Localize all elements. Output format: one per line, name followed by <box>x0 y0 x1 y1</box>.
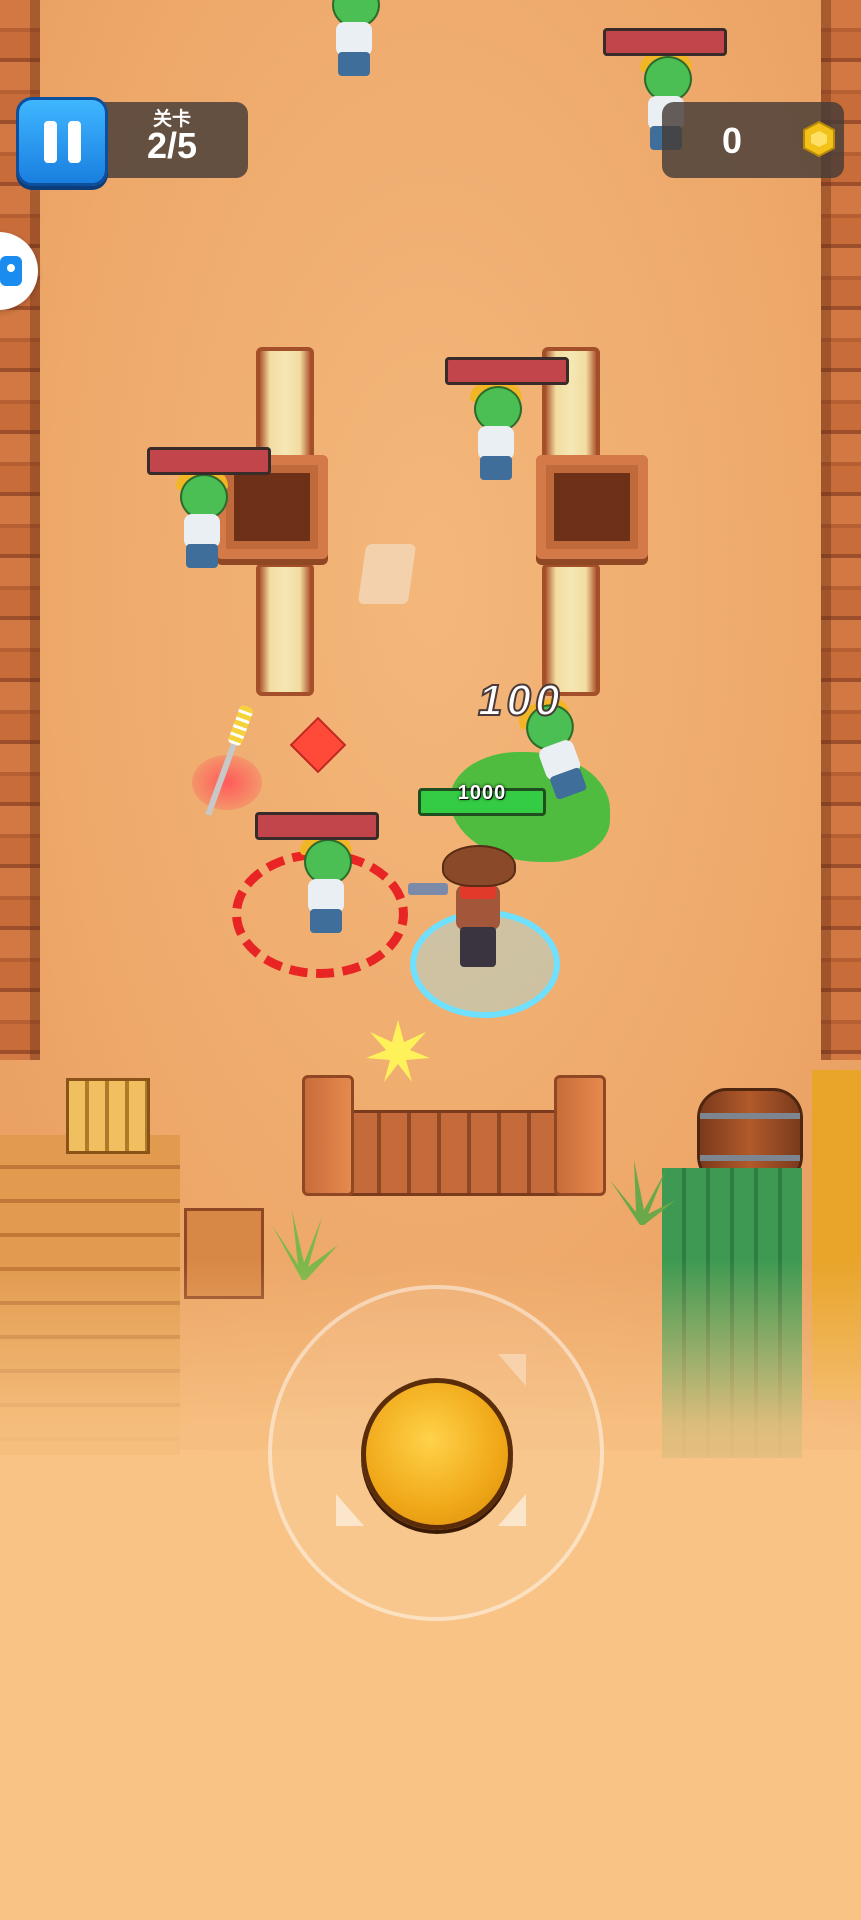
damage-number: 100 <box>477 675 564 726</box>
enemy-health-bar <box>603 28 727 56</box>
muzzle-spark-icon <box>366 1020 430 1082</box>
revolver-icon <box>408 883 448 895</box>
enemy-health-bar <box>445 357 569 385</box>
enemy-health-bar <box>255 812 379 840</box>
brick-pit <box>536 455 648 559</box>
player-health-bar: 1000 <box>418 782 546 816</box>
agave-plant-icon <box>610 1160 676 1225</box>
joystick-arrow-icon <box>498 1354 526 1386</box>
wooden-fence <box>348 1110 564 1196</box>
pause-icon <box>43 120 81 163</box>
cowboy-hat-icon <box>442 845 516 887</box>
level-value: 2/5 <box>146 125 198 166</box>
broken-tombstone <box>357 544 417 604</box>
wooden-crate <box>66 1078 150 1154</box>
zombie-enemy-targeted <box>290 835 360 935</box>
player-health-value: 1000 <box>457 782 507 804</box>
red-gem-icon <box>289 716 347 774</box>
fence-post <box>302 1075 354 1196</box>
zombie-enemy <box>460 382 530 482</box>
fence-post <box>554 1075 606 1196</box>
zombie-enemy <box>318 0 388 78</box>
joystick-arrow-icon <box>336 1494 364 1526</box>
joystick-knob[interactable] <box>361 1378 513 1530</box>
hex-coin-icon <box>803 120 835 158</box>
coin-count: 0 <box>722 120 743 161</box>
pause-button[interactable] <box>16 97 108 186</box>
level-panel: 关卡 2/5 <box>96 102 248 178</box>
arena-ground: 100 1000 <box>0 0 861 1458</box>
coin-counter: 0 <box>662 102 844 178</box>
enemy-health-bar <box>147 447 271 475</box>
cowboy-player <box>438 845 518 970</box>
camera-icon <box>0 256 22 286</box>
zombie-enemy <box>166 470 236 570</box>
sandbag-post <box>256 563 314 696</box>
